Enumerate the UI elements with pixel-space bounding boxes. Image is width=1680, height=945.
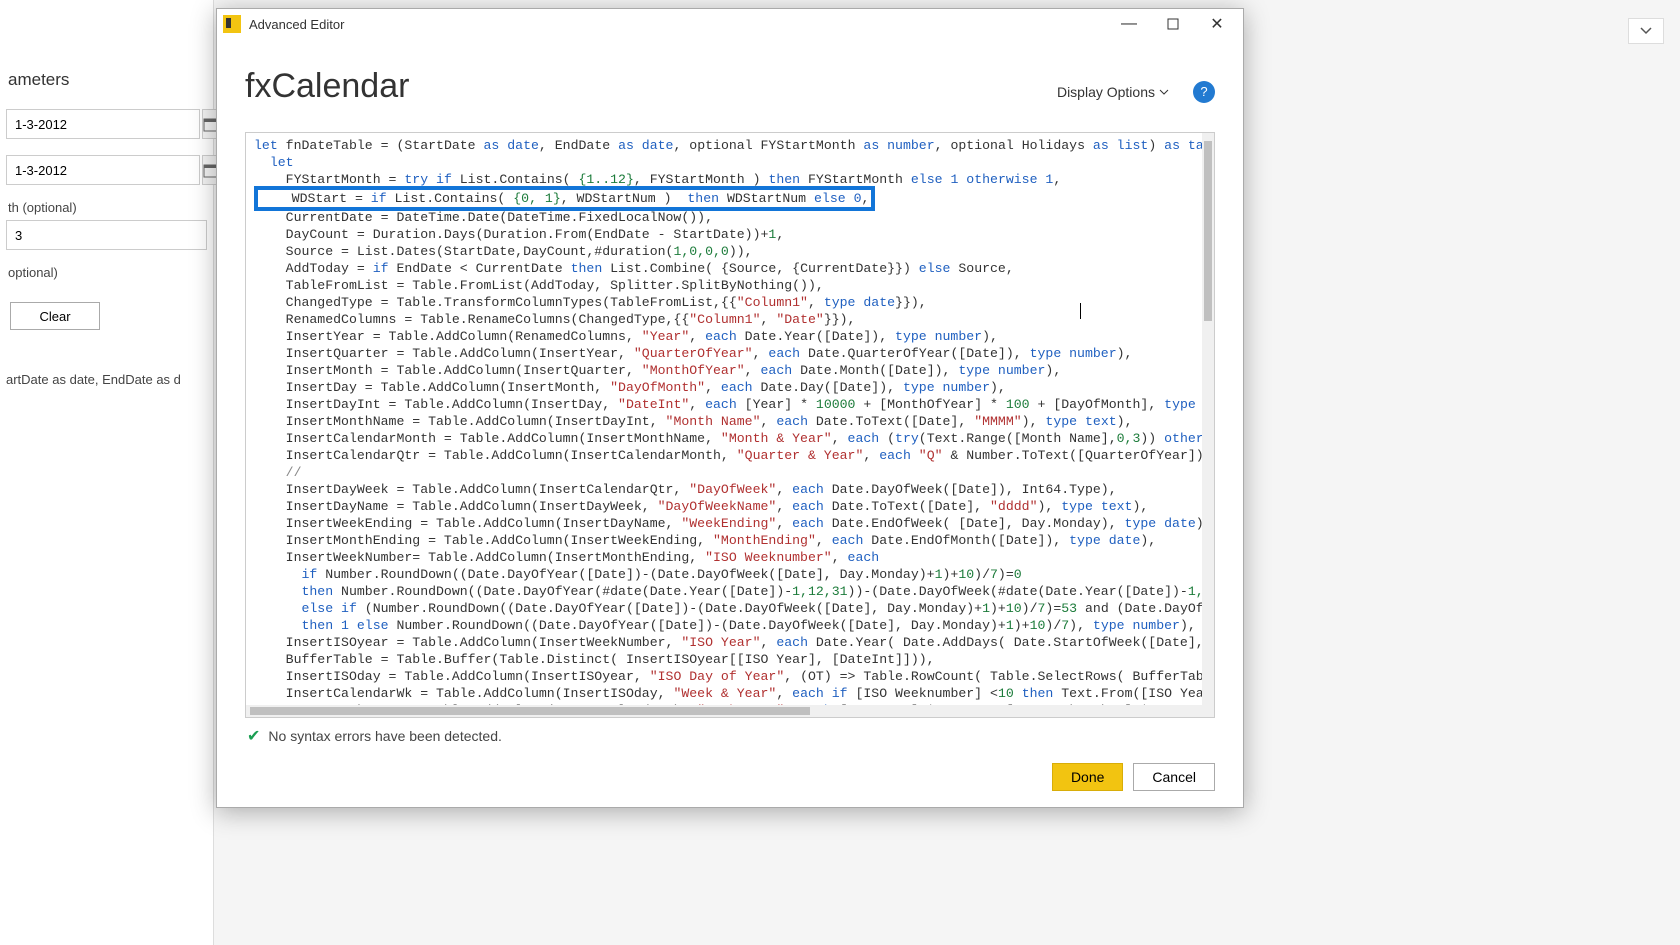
window-title: Advanced Editor [249,17,344,32]
month-input[interactable] [6,220,207,250]
optional-label: optional) [8,265,213,280]
horizontal-scrollbar[interactable] [246,705,1202,717]
startdate-input[interactable] [6,109,200,139]
formula-expand-button[interactable] [1628,18,1664,44]
month-label: th (optional) [8,200,213,215]
display-options-dropdown[interactable]: Display Options [1057,84,1169,100]
text-cursor [1080,303,1081,319]
parameters-panel: ameters th (optional) optional) Clear ar… [0,0,214,945]
help-button[interactable]: ? [1193,81,1215,103]
code-editor[interactable]: let fnDateTable = (StartDate as date, En… [245,132,1215,718]
scrollbar-thumb[interactable] [1204,141,1212,321]
panel-title: ameters [8,70,213,90]
chevron-down-icon [1159,89,1169,95]
app-icon [223,15,241,33]
scrollbar-thumb[interactable] [250,707,810,715]
status-message: No syntax errors have been detected. [268,728,501,744]
cancel-button[interactable]: Cancel [1133,763,1215,791]
clear-button[interactable]: Clear [10,302,100,330]
query-name: fxCalendar [245,67,409,106]
vertical-scrollbar[interactable] [1202,133,1214,717]
status-bar: ✔ No syntax errors have been detected. [245,718,1215,754]
minimize-button[interactable]: — [1107,9,1151,39]
maximize-button[interactable] [1151,9,1195,39]
done-button[interactable]: Done [1052,763,1123,791]
titlebar: Advanced Editor — ✕ [217,9,1243,39]
panel-description: artDate as date, EndDate as d [6,372,213,387]
check-icon: ✔ [247,726,260,746]
enddate-input[interactable] [6,155,200,185]
close-button[interactable]: ✕ [1195,9,1239,39]
advanced-editor-dialog: Advanced Editor — ✕ fxCalendar Display O… [216,8,1244,808]
